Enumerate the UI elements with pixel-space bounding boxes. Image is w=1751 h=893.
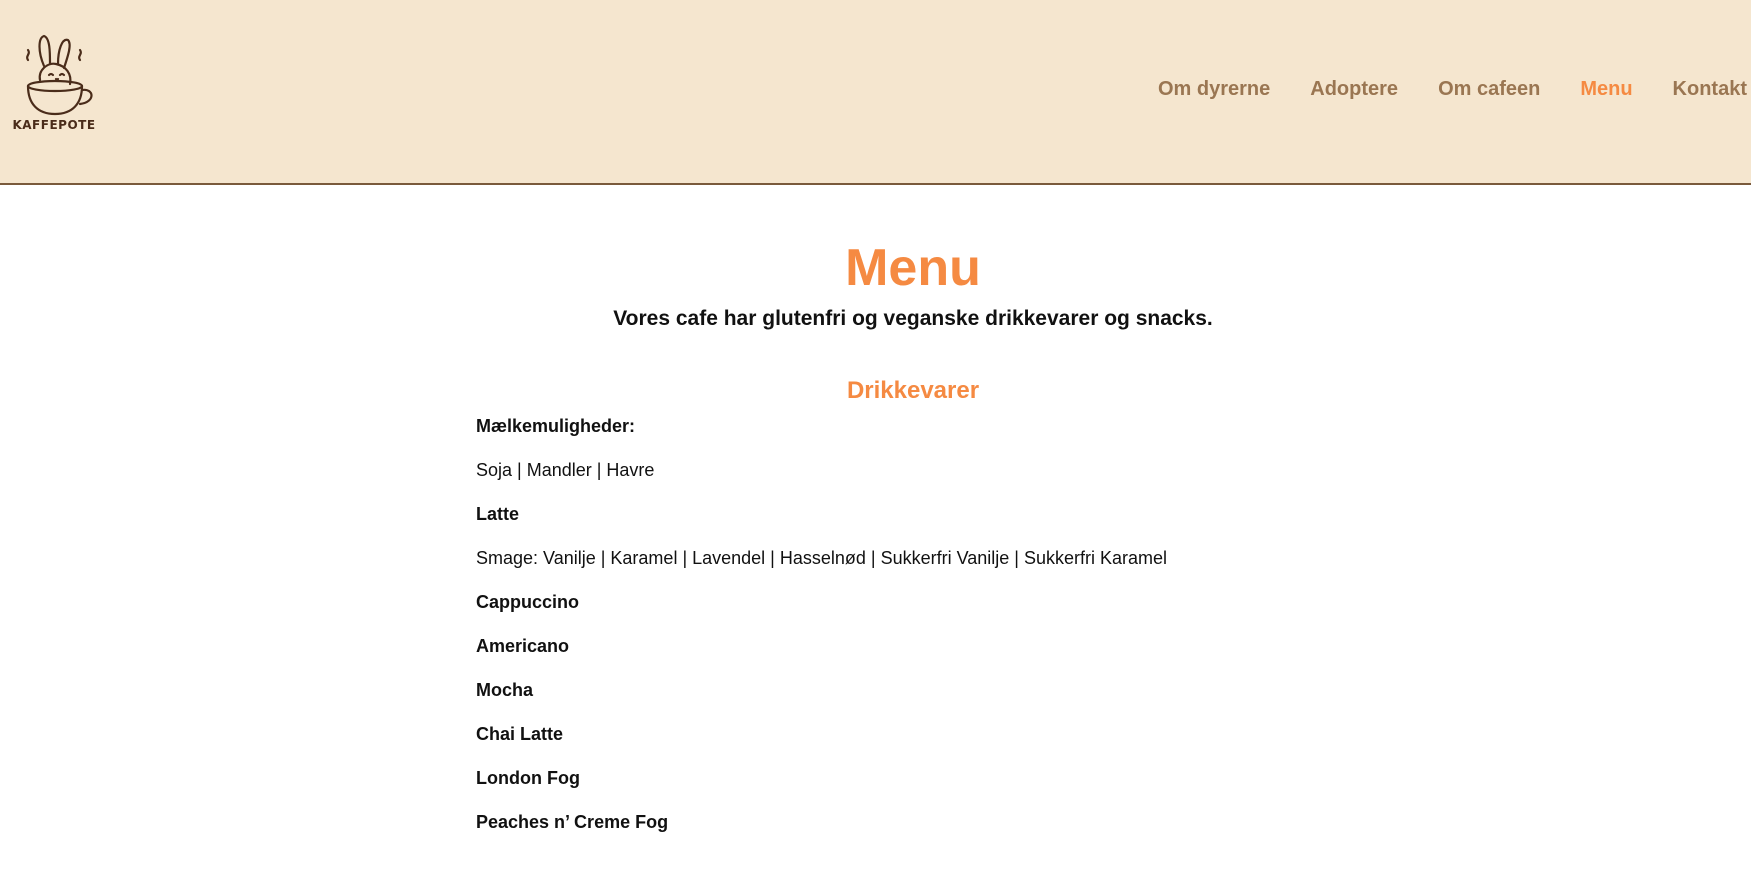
latte-flavors: Smage: Vanilje | Karamel | Lavendel | Ha… bbox=[476, 548, 1168, 569]
main-nav: Om dyrerne Adoptere Om cafeen Menu Konta… bbox=[1158, 78, 1751, 101]
bunny-cup-icon bbox=[26, 34, 93, 116]
menu-item-latte: Latte bbox=[476, 504, 520, 525]
site-header: KAFFEPOTE Om dyrerne Adoptere Om cafeen … bbox=[0, 0, 1751, 185]
menu-item-peaches-creme-fog: Peaches n’ Creme Fog bbox=[476, 812, 669, 833]
main-content: Menu Vores cafe har glutenfri og vegansk… bbox=[476, 239, 1350, 855]
page-title: Menu bbox=[845, 239, 981, 297]
nav-menu[interactable]: Menu bbox=[1580, 78, 1632, 101]
milk-options-list: Soja | Mandler | Havre bbox=[476, 460, 655, 481]
kaffepote-logo[interactable]: KAFFEPOTE bbox=[8, 30, 103, 140]
nav-kontakt[interactable]: Kontakt bbox=[1673, 78, 1747, 101]
section-title-drikkevarer: Drikkevarer bbox=[846, 377, 980, 405]
nav-om-dyrerne[interactable]: Om dyrerne bbox=[1158, 78, 1270, 101]
nav-adoptere[interactable]: Adoptere bbox=[1310, 78, 1398, 101]
menu-item-cappuccino: Cappuccino bbox=[476, 592, 580, 613]
logo-text: KAFFEPOTE bbox=[12, 118, 96, 132]
menu-item-americano: Americano bbox=[476, 636, 570, 657]
page-subtitle: Vores cafe har glutenfri og veganske dri… bbox=[613, 307, 1213, 331]
menu-item-london-fog: London Fog bbox=[476, 768, 580, 789]
drinks-list: Mælkemuligheder: Soja | Mandler | Havre … bbox=[476, 415, 1350, 833]
menu-item-mocha: Mocha bbox=[476, 680, 534, 701]
nav-om-cafeen[interactable]: Om cafeen bbox=[1438, 78, 1540, 101]
milk-options-heading: Mælkemuligheder: bbox=[476, 416, 636, 437]
menu-item-chai-latte: Chai Latte bbox=[476, 724, 564, 745]
